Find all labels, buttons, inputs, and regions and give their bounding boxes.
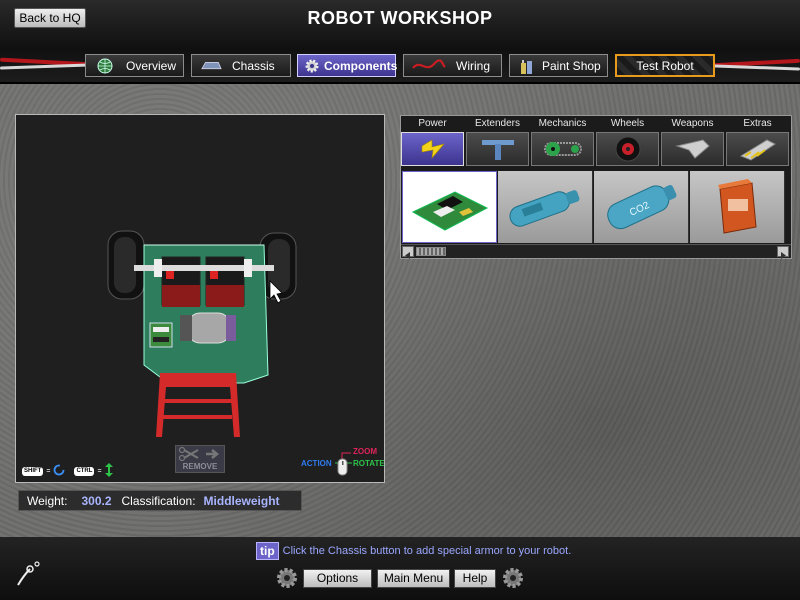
mouse-icon	[335, 452, 352, 476]
co2-tank-icon: CO2	[607, 185, 677, 230]
gear-icon	[277, 568, 297, 588]
circuit-board-icon	[411, 191, 489, 231]
weight-value: 300.2	[81, 493, 112, 508]
mouse-control-hint: ACTION ZOOM ROTATE	[301, 445, 385, 476]
page-title: ROBOT WORKSHOP	[307, 8, 493, 28]
tip-message: tip Click the Chassis button to add spec…	[256, 542, 571, 560]
scroll-thumb[interactable]	[416, 247, 446, 256]
tab-components[interactable]: Components	[297, 54, 398, 77]
category-weapons[interactable]: Weapons	[661, 116, 724, 168]
category-extras-label: Extras	[743, 118, 772, 129]
part-co2-tank[interactable]: CO2	[594, 171, 689, 243]
part-battery[interactable]	[690, 171, 785, 243]
category-mechanics-label: Mechanics	[538, 118, 587, 129]
ctrl-key: CTRL	[74, 466, 95, 476]
parts-panel: Power Extenders Mechanics Wheels Weapons…	[400, 115, 792, 259]
gear-icon	[304, 58, 320, 74]
help-button[interactable]: Help	[454, 569, 496, 588]
weight-label: Weight:	[27, 493, 68, 508]
wire-icon	[412, 58, 446, 74]
footer-bar: tip Click the Chassis button to add spec…	[0, 537, 800, 600]
mouse-rotate-label: ROTATE	[353, 459, 385, 468]
equals-sign: =	[46, 467, 51, 475]
rotate-icon	[53, 464, 65, 478]
tip-badge: tip	[256, 542, 279, 560]
parts-scrollbar[interactable]	[401, 244, 791, 259]
remove-part-button[interactable]: REMOVE	[175, 445, 225, 473]
globe-icon	[94, 58, 116, 74]
equals-sign: =	[97, 467, 102, 475]
category-mechanics[interactable]: Mechanics	[531, 116, 594, 168]
tab-paint-shop-label: Paint Shop	[542, 58, 601, 73]
robot-stats-bar: Weight: 300.2 Classification: Middleweig…	[18, 490, 302, 511]
scroll-right-arrow-icon[interactable]	[777, 246, 789, 259]
battery-icon	[718, 179, 757, 234]
tab-components-label: Components	[324, 58, 398, 73]
tab-overview[interactable]: Overview	[85, 54, 184, 77]
chassis-icon	[200, 58, 222, 74]
extender-icon	[466, 132, 529, 166]
category-extenders[interactable]: Extenders	[466, 116, 529, 168]
mouse-zoom-label: ZOOM	[353, 447, 377, 456]
classification-value: Middleweight	[203, 493, 280, 508]
robot-model[interactable]	[16, 115, 386, 484]
gear-icon	[503, 568, 523, 588]
chain-gear-icon	[531, 132, 594, 166]
paint-icon	[516, 58, 538, 74]
classification-label: Classification:	[121, 493, 196, 508]
category-extenders-label: Extenders	[474, 118, 521, 129]
wedge-icon	[726, 132, 789, 166]
header-bar: Back to HQ ROBOT WORKSHOP Overview Chass…	[0, 0, 800, 84]
cable-decoration-right	[713, 58, 800, 72]
category-wheels[interactable]: Wheels	[596, 116, 659, 168]
options-button[interactable]: Options	[303, 569, 372, 588]
test-robot-button[interactable]: Test Robot	[615, 54, 715, 77]
robot-3d-viewport[interactable]: SHIFT = CTRL = REMOVE ACTION ZOOM ROTATE	[15, 114, 385, 483]
cable-decoration-left	[0, 57, 91, 72]
vertical-move-icon	[104, 463, 113, 479]
wheel-icon	[596, 132, 659, 166]
category-power-label: Power	[418, 118, 447, 129]
tab-wiring[interactable]: Wiring	[403, 54, 502, 77]
tab-chassis-label: Chassis	[232, 58, 275, 73]
scroll-left-arrow-icon[interactable]	[402, 246, 414, 259]
tab-chassis[interactable]: Chassis	[191, 54, 291, 77]
category-wheels-label: Wheels	[610, 118, 645, 129]
game-logo-icon	[17, 561, 40, 586]
shift-key: SHIFT	[22, 466, 44, 476]
back-to-hq-button[interactable]: Back to HQ	[14, 8, 86, 28]
part-circuit-board[interactable]	[402, 171, 497, 243]
control-hint: SHIFT = CTRL =	[22, 463, 113, 479]
main-menu-button[interactable]: Main Menu	[377, 569, 450, 588]
tab-wiring-label: Wiring	[456, 58, 491, 73]
tip-text: Click the Chassis button to add special …	[282, 545, 572, 557]
test-robot-label: Test Robot	[636, 58, 694, 73]
category-weapons-label: Weapons	[671, 118, 714, 129]
mouse-action-label: ACTION	[301, 459, 332, 468]
category-extras[interactable]: Extras	[726, 116, 789, 168]
blade-icon	[661, 132, 724, 166]
category-power[interactable]: Power	[401, 116, 464, 168]
tab-paint-shop[interactable]: Paint Shop	[509, 54, 608, 77]
gas-tank-icon	[509, 190, 580, 227]
lightning-icon	[401, 132, 464, 166]
remove-label: REMOVE	[182, 462, 218, 471]
part-gas-tank[interactable]	[498, 171, 593, 243]
tab-overview-label: Overview	[126, 58, 177, 73]
